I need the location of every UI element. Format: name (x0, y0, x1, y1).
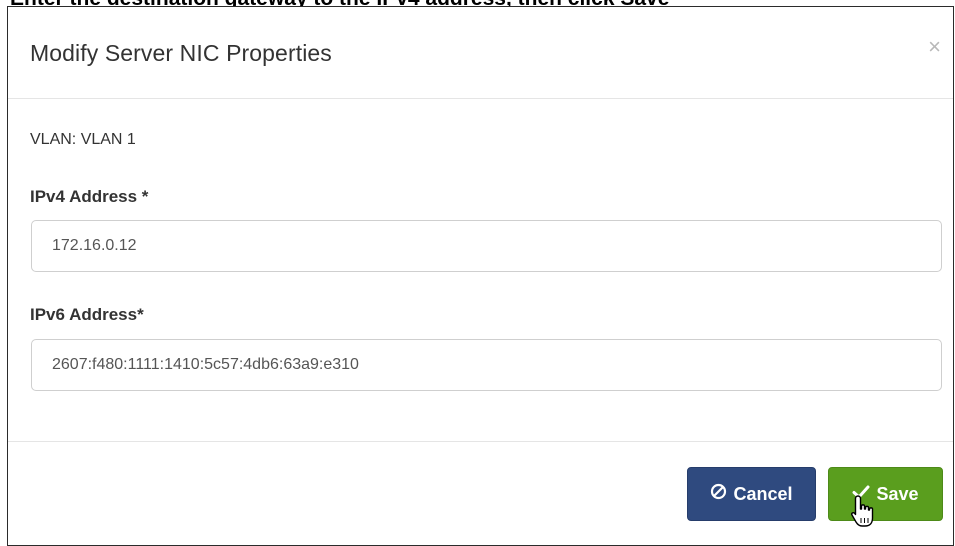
dialog-header: Modify Server NIC Properties × (8, 7, 953, 99)
close-icon[interactable]: × (928, 36, 941, 58)
ipv4-label: IPv4 Address * (30, 187, 149, 206)
save-label: Save (876, 483, 919, 504)
ipv6-label: IPv6 Address* (30, 305, 144, 324)
hand-pointer-cursor-icon (851, 495, 874, 527)
modify-nic-dialog: Modify Server NIC Properties × VLAN: VLA… (7, 6, 954, 546)
save-button[interactable]: Save (828, 467, 943, 521)
ban-icon (710, 483, 727, 505)
vlan-text: VLAN: VLAN 1 (30, 131, 136, 148)
ipv4-input[interactable] (31, 220, 942, 272)
footer-divider (8, 441, 953, 442)
ipv6-input[interactable] (31, 339, 942, 391)
cancel-label: Cancel (733, 483, 793, 504)
cancel-button[interactable]: Cancel (687, 467, 816, 521)
dialog-title: Modify Server NIC Properties (30, 40, 332, 66)
